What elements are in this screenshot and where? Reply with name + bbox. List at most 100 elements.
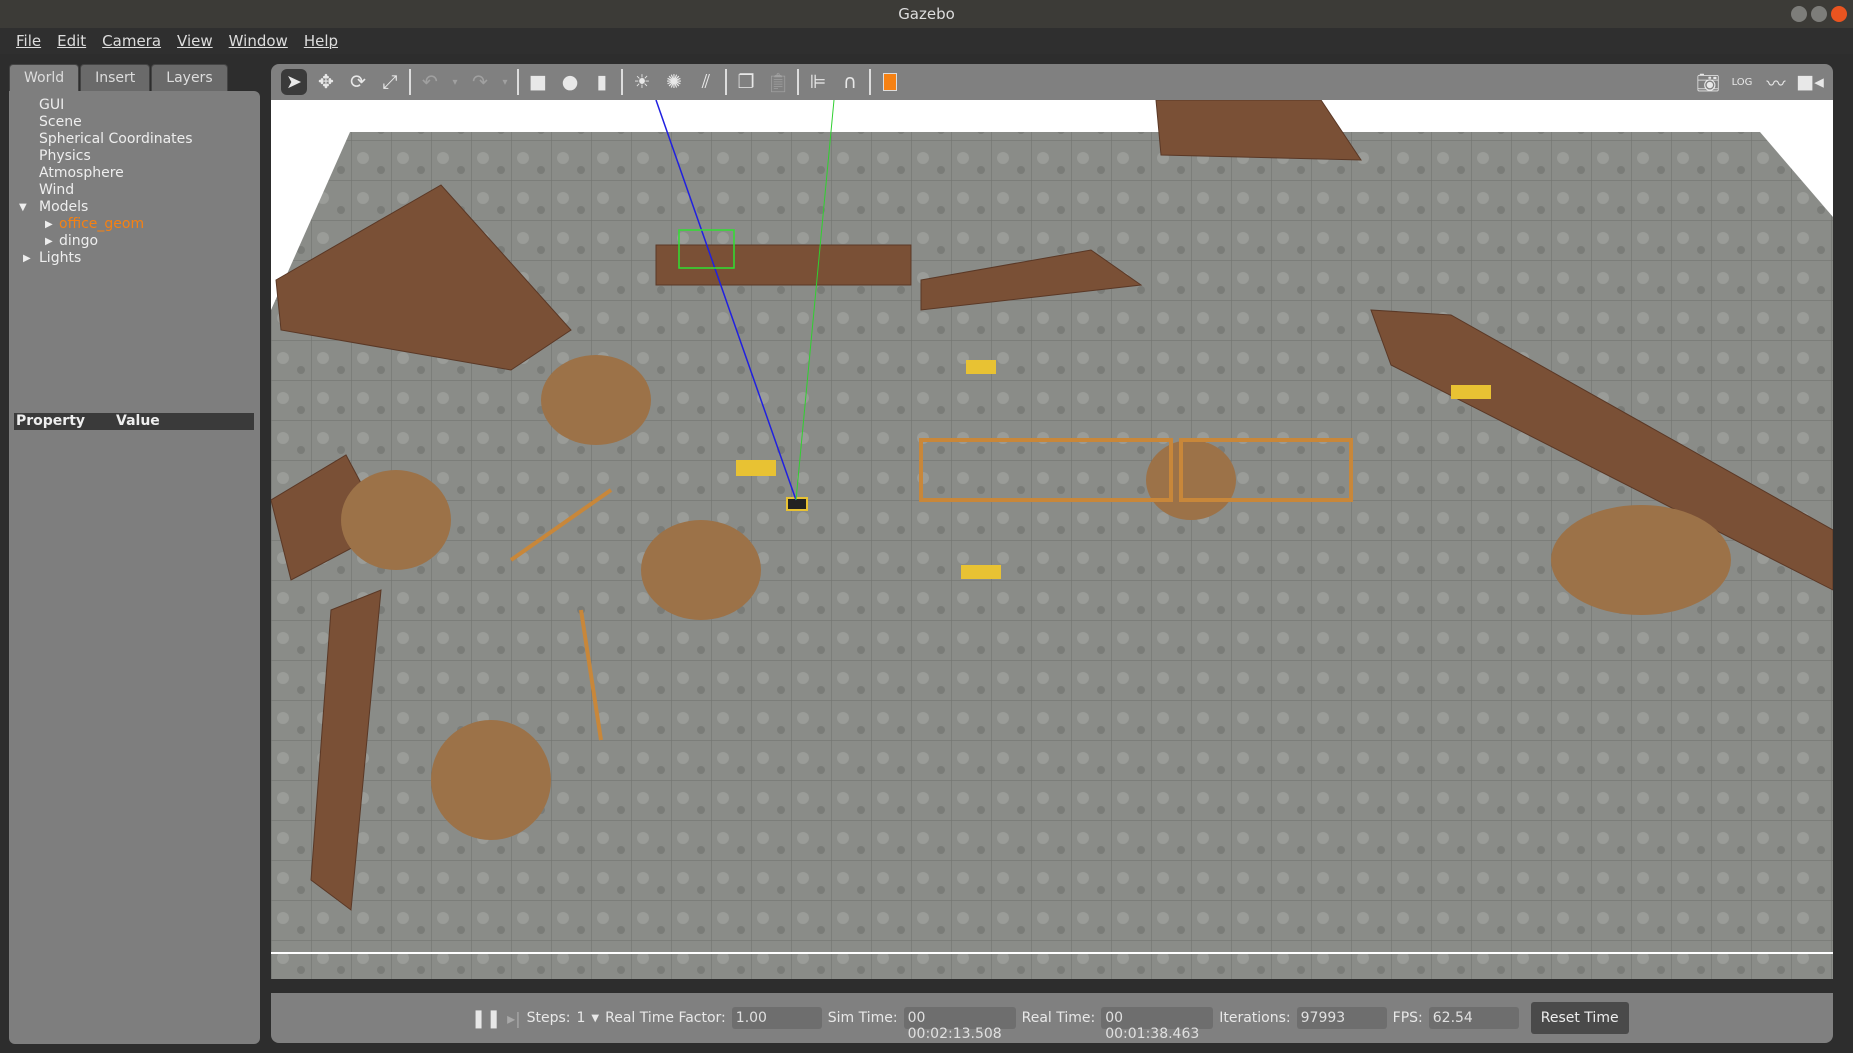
value-column: Value xyxy=(116,413,160,429)
separator xyxy=(517,69,519,95)
separator xyxy=(409,69,411,95)
fps-field: 62.54 xyxy=(1428,1007,1519,1029)
tab-insert[interactable]: Insert xyxy=(80,64,151,92)
pause-icon[interactable]: ❚❚ xyxy=(471,1008,501,1029)
step-icon[interactable]: ▸| xyxy=(507,1009,520,1028)
expand-right-icon[interactable]: ▶ xyxy=(23,250,31,267)
yellow-block xyxy=(966,360,996,374)
menu-file[interactable]: File xyxy=(8,28,49,54)
tree-item-scene[interactable]: Scene xyxy=(9,114,260,131)
iterations-label: Iterations: xyxy=(1219,1010,1291,1026)
wall xyxy=(655,244,912,286)
rtf-label: Real Time Factor: xyxy=(605,1010,726,1026)
dingo-robot xyxy=(786,497,808,511)
menu-window[interactable]: Window xyxy=(221,28,296,54)
plot-icon[interactable]: 〰 xyxy=(1763,69,1789,95)
view-angle-icon[interactable] xyxy=(877,69,903,95)
property-table-header: Property Value xyxy=(14,413,254,430)
undo-icon[interactable]: ↶ xyxy=(417,69,443,95)
tree-item-gui[interactable]: GUI xyxy=(9,97,260,114)
redo-icon[interactable]: ↷ xyxy=(467,69,493,95)
expand-down-icon[interactable]: ▼ xyxy=(19,199,27,216)
dirt-patch xyxy=(1146,440,1236,520)
tree-item-models[interactable]: ▼ Models xyxy=(9,199,260,216)
dirt-patch xyxy=(431,720,551,840)
tree-item-lights[interactable]: ▶ Lights xyxy=(9,250,260,267)
dirt-patch xyxy=(1551,505,1731,615)
tree-label: dingo xyxy=(59,233,99,249)
expand-right-icon[interactable]: ▶ xyxy=(45,233,53,250)
tab-world[interactable]: World xyxy=(9,64,80,92)
menu-camera[interactable]: Camera xyxy=(94,28,169,54)
toolbar: ➤ ✥ ⟳ ⤢ ↶ ▾ ↷ ▾ ■ ● ▮ ☀ ✺ ⫽ ❐ 📋︎ ⊫ ∩ 📷︎ … xyxy=(271,64,1833,100)
steps-label: Steps: xyxy=(526,1010,571,1026)
sim-time-field: 00 00:02:13.508 xyxy=(903,1007,1016,1042)
maximize-button[interactable] xyxy=(1811,6,1827,22)
reset-time-button[interactable]: Reset Time xyxy=(1530,1002,1629,1034)
dirt-patch xyxy=(641,520,761,620)
separator xyxy=(869,69,871,95)
directional-light-icon[interactable]: ⫽ xyxy=(693,69,719,95)
paste-icon[interactable]: 📋︎ xyxy=(765,69,791,95)
rtf-field: 1.00 xyxy=(731,1007,822,1029)
video-record-icon[interactable]: ■◂ xyxy=(1796,69,1824,95)
menu-view[interactable]: View xyxy=(169,28,221,54)
spot-light-icon[interactable]: ✺ xyxy=(661,69,687,95)
tree-item-office-geom[interactable]: ▶ office_geom xyxy=(9,216,260,233)
scene-render xyxy=(271,100,1833,979)
yellow-block xyxy=(1451,385,1491,399)
scale-icon[interactable]: ⤢ xyxy=(377,69,403,95)
menu-help[interactable]: Help xyxy=(296,28,346,54)
separator xyxy=(621,69,623,95)
real-time-label: Real Time: xyxy=(1021,1010,1096,1026)
sim-time-label: Sim Time: xyxy=(827,1010,898,1026)
snap-magnet-icon[interactable]: ∩ xyxy=(837,69,863,95)
expand-right-icon[interactable]: ▶ xyxy=(45,216,53,233)
tab-layers[interactable]: Layers xyxy=(151,64,228,92)
copy-icon[interactable]: ❐ xyxy=(733,69,759,95)
simulation-bar: ❚❚ ▸| Steps: 1 ▼ Real Time Factor: 1.00 … xyxy=(271,993,1833,1043)
dirt-patch xyxy=(341,470,451,570)
box-icon[interactable]: ■ xyxy=(525,69,551,95)
cylinder-icon[interactable]: ▮ xyxy=(589,69,615,95)
translate-icon[interactable]: ✥ xyxy=(313,69,339,95)
separator xyxy=(725,69,727,95)
sphere-icon[interactable]: ● xyxy=(557,69,583,95)
tree-item-atmosphere[interactable]: Atmosphere xyxy=(9,165,260,182)
minimize-button[interactable] xyxy=(1791,6,1807,22)
property-column: Property xyxy=(16,413,86,429)
tree-item-wind[interactable]: Wind xyxy=(9,182,260,199)
wall xyxy=(1155,100,1362,161)
dirt-patch xyxy=(541,355,651,445)
select-arrow-icon[interactable]: ➤ xyxy=(281,69,307,95)
iterations-field: 97993 xyxy=(1296,1007,1387,1029)
tree-label: Models xyxy=(39,199,89,215)
fps-label: FPS: xyxy=(1392,1010,1423,1026)
menu-edit[interactable]: Edit xyxy=(49,28,94,54)
world-tree: GUI Scene Spherical Coordinates Physics … xyxy=(9,91,260,267)
undo-dropdown-icon[interactable]: ▾ xyxy=(449,69,461,95)
yellow-block xyxy=(961,565,1001,579)
align-icon[interactable]: ⊫ xyxy=(805,69,831,95)
screenshot-camera-icon[interactable]: 📷︎ xyxy=(1695,69,1721,95)
tree-label: Lights xyxy=(39,250,82,266)
yellow-block xyxy=(736,460,776,476)
close-button[interactable] xyxy=(1831,6,1847,22)
menu-bar: File Edit Camera View Window Help xyxy=(0,28,1853,54)
steps-dropdown-icon[interactable]: ▼ xyxy=(591,1013,599,1024)
redo-dropdown-icon[interactable]: ▾ xyxy=(499,69,511,95)
rotate-icon[interactable]: ⟳ xyxy=(345,69,371,95)
title-bar: Gazebo xyxy=(0,0,1853,28)
log-icon[interactable]: LOG xyxy=(1729,69,1755,95)
tree-label: office_geom xyxy=(59,216,145,232)
steps-value[interactable]: 1 xyxy=(576,1010,585,1026)
tree-item-dingo[interactable]: ▶ dingo xyxy=(9,233,260,250)
left-panel: World Insert Layers GUI Scene Spherical … xyxy=(9,64,260,1044)
separator xyxy=(797,69,799,95)
3d-viewport[interactable] xyxy=(271,100,1833,979)
real-time-field: 00 00:01:38.463 xyxy=(1101,1007,1214,1042)
tree-item-physics[interactable]: Physics xyxy=(9,148,260,165)
point-light-icon[interactable]: ☀ xyxy=(629,69,655,95)
window-title: Gazebo xyxy=(898,5,955,23)
tree-item-spherical-coordinates[interactable]: Spherical Coordinates xyxy=(9,131,260,148)
